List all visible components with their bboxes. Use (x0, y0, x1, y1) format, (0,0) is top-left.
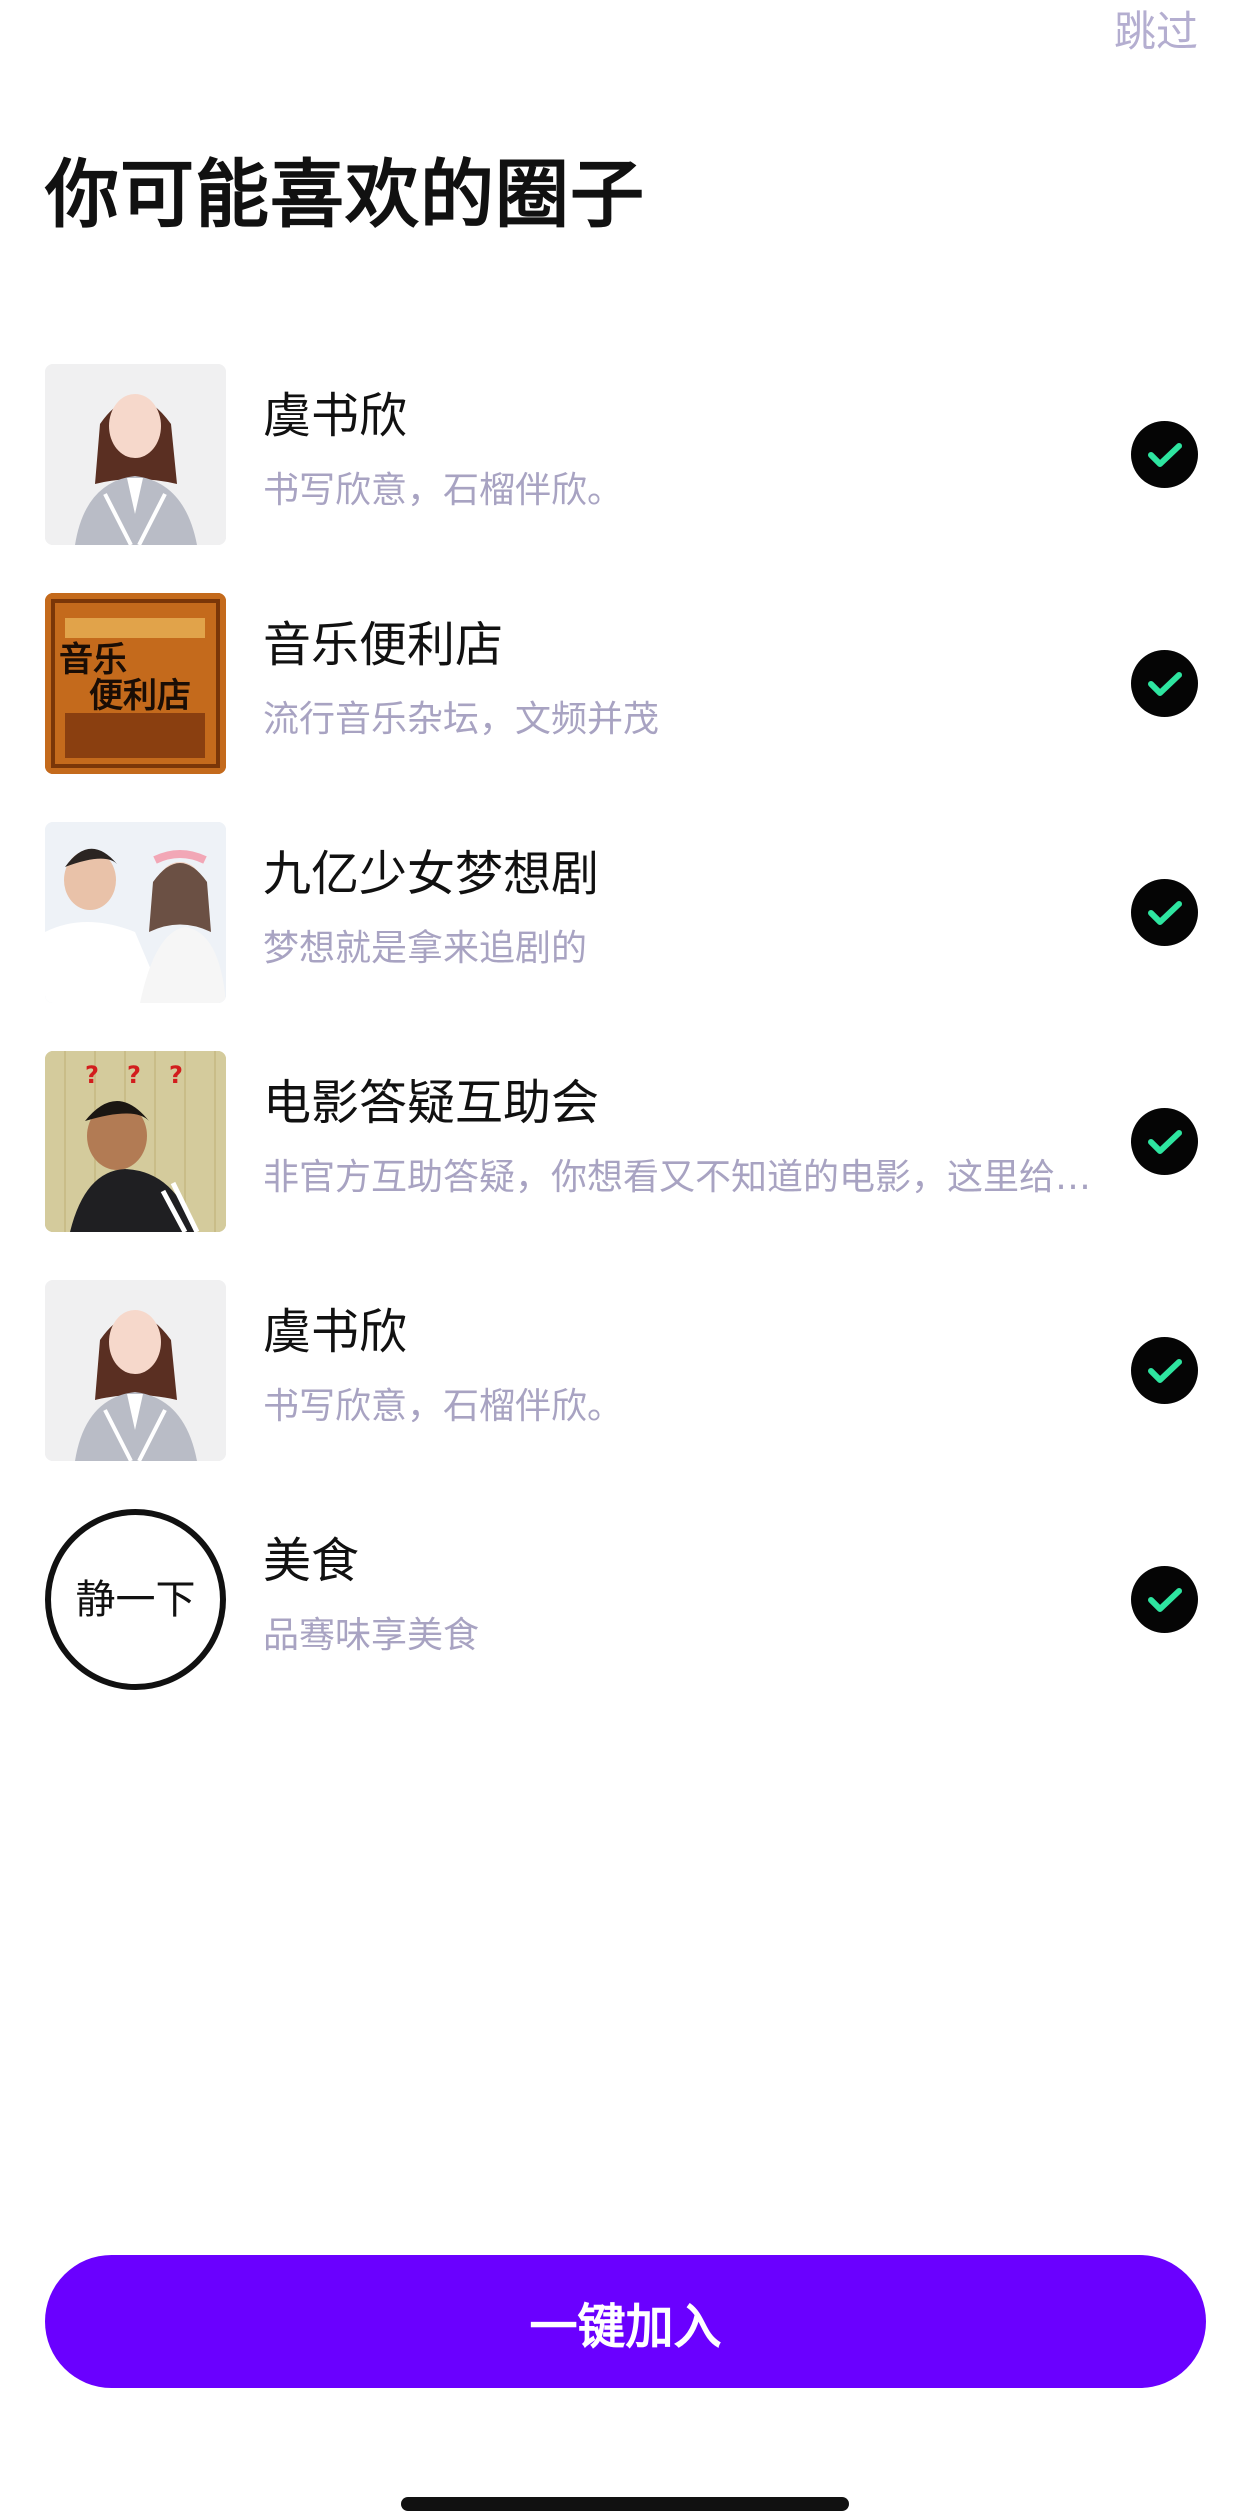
circle-desc: 书写欣意，石榴伴欣。 (263, 1386, 624, 1427)
circle-desc: 品骞味享美食 (263, 1615, 480, 1656)
circle-desc: 书写欣意，石榴伴欣。 (263, 470, 624, 511)
selected-check-toggle[interactable] (1131, 1566, 1198, 1633)
list-item[interactable]: ? ? ? 电影答疑互助会 非官方互助答疑，你想看又不知道的电影，这里给你找 (0, 1051, 1242, 1280)
circle-name: 美食 (263, 1533, 360, 1589)
circle-avatar (45, 822, 226, 1003)
check-icon (1147, 1587, 1182, 1612)
circle-avatar: ? ? ? (45, 1051, 226, 1232)
confused-boy-icon: ? ? ? (45, 1051, 226, 1232)
circle-desc: 非官方互助答疑，你想看又不知道的电影，这里给你找 (263, 1157, 1093, 1198)
circle-desc: 流行音乐杂坛，文频并茂 (263, 699, 660, 740)
list-item[interactable]: 九亿少女梦想剧 梦想就是拿来追剧的 (0, 822, 1242, 1051)
list-item[interactable]: 虞书欣 书写欣意，石榴伴欣。 (0, 1280, 1242, 1509)
circle-list: 虞书欣 书写欣意，石榴伴欣。 音乐 便利店 音乐便利店 流行音乐杂坛，文频并茂 … (0, 364, 1242, 1738)
circle-desc: 梦想就是拿来追剧的 (263, 928, 588, 969)
question-mark-1: ? (85, 1061, 99, 1089)
selected-check-toggle[interactable] (1131, 650, 1198, 717)
question-mark-2: ? (127, 1061, 141, 1089)
circle-name: 虞书欣 (263, 388, 408, 444)
poster-title-line1: 音乐 (59, 640, 127, 680)
check-icon (1147, 1358, 1182, 1383)
circle-avatar: 静一下 (45, 1509, 226, 1690)
circle-avatar: 音乐 便利店 (45, 593, 226, 774)
circle-name: 音乐便利店 (263, 617, 504, 673)
home-indicator[interactable] (401, 2497, 849, 2511)
circle-avatar (45, 364, 226, 545)
music-store-poster-icon: 音乐 便利店 (45, 593, 226, 774)
selected-check-toggle[interactable] (1131, 421, 1198, 488)
check-icon (1147, 442, 1182, 467)
check-icon (1147, 1129, 1182, 1154)
circle-avatar (45, 1280, 226, 1461)
check-icon (1147, 900, 1182, 925)
list-item[interactable]: 音乐 便利店 音乐便利店 流行音乐杂坛，文频并茂 (0, 593, 1242, 822)
page: 跳过 你可能喜欢的圈子 虞书欣 书写欣意，石榴伴欣。 音乐 便利店 音乐便利店 … (0, 0, 1242, 2520)
selected-check-toggle[interactable] (1131, 879, 1198, 946)
join-all-button[interactable]: 一键加入 (45, 2255, 1206, 2388)
list-item[interactable]: 静一下 美食 品骞味享美食 (0, 1509, 1242, 1738)
circle-name: 九亿少女梦想剧 (263, 846, 600, 902)
page-title: 你可能喜欢的圈子 (45, 152, 645, 238)
poster-title-line2: 便利店 (89, 676, 191, 716)
circle-name: 电影答疑互助会 (263, 1075, 600, 1131)
check-icon (1147, 671, 1182, 696)
question-mark-3: ? (169, 1061, 183, 1089)
person-portrait-icon (45, 364, 226, 545)
list-item[interactable]: 虞书欣 书写欣意，石榴伴欣。 (0, 364, 1242, 593)
skip-button[interactable]: 跳过 (1114, 2, 1198, 62)
selected-check-toggle[interactable] (1131, 1337, 1198, 1404)
drama-couple-icon (45, 822, 226, 1003)
calm-circle-logo-text: 静一下 (75, 1576, 196, 1623)
person-portrait-icon (45, 1280, 226, 1461)
selected-check-toggle[interactable] (1131, 1108, 1198, 1175)
circle-name: 虞书欣 (263, 1304, 408, 1360)
